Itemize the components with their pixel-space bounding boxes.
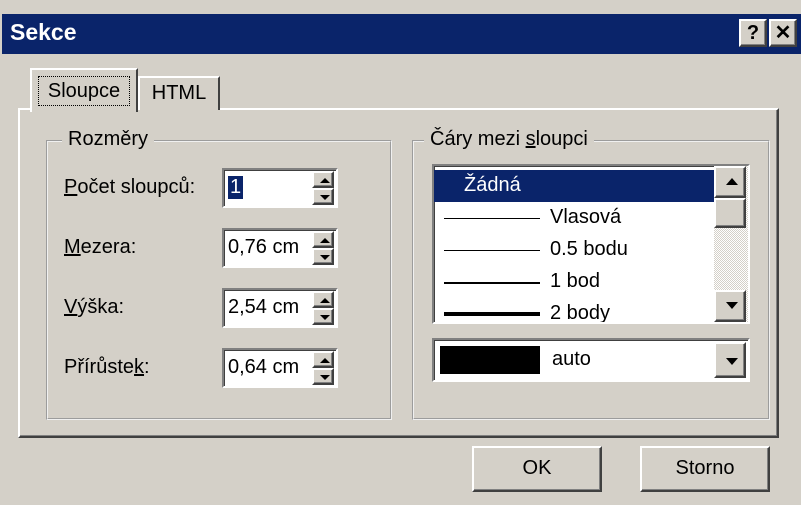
spacing-spinner[interactable]: 0,76 cm [222,228,338,268]
spin-down-button[interactable] [312,368,334,385]
spin-down-button[interactable] [312,188,334,205]
combo-dropdown-button[interactable] [714,342,746,378]
line-style-listbox[interactable]: Žádná Vlasová 0.5 bodu 1 bod 2 body [432,164,750,324]
spin-down-button[interactable] [312,248,334,265]
spin-up-button[interactable] [312,351,334,368]
color-label: auto [552,348,591,370]
spacing-value[interactable]: 0,76 cm [228,236,299,259]
title-bar: Sekce ? ✕ [2,14,801,54]
increment-spinner[interactable]: 0,64 cm [222,348,338,388]
dialog-title: Sekce [10,19,77,45]
spin-up-icon [320,358,330,363]
cancel-button[interactable]: Storno [640,446,770,492]
spin-down-icon [320,375,330,380]
spin-up-button[interactable] [312,291,334,308]
group-title: Čáry mezi sloupci [424,128,594,151]
list-item[interactable]: 0.5 bodu [434,234,716,266]
group-title: Rozměry [62,128,155,151]
spin-up-icon [320,298,330,303]
scroll-up-icon [726,178,738,185]
increment-label: Přírůstek: [64,356,150,378]
columns-count-spinner[interactable]: 1 [222,168,338,208]
list-item[interactable]: 1 bod [434,266,716,298]
line-color-combobox[interactable]: auto [432,338,750,382]
height-label: Výška: [64,296,125,318]
list-item[interactable]: Vlasová [434,202,716,234]
columns-count-value[interactable]: 1 [228,176,244,199]
list-item-label: Žádná [464,174,521,196]
spacing-label: Mezera: [64,236,137,258]
spin-down-icon [320,195,330,200]
scroll-thumb[interactable] [714,198,746,228]
dropdown-arrow-icon [726,358,738,365]
list-item-label: 0.5 bodu [550,238,628,260]
ok-button[interactable]: OK [472,446,602,492]
increment-value[interactable]: 0,64 cm [228,356,299,379]
spin-down-icon [320,255,330,260]
question-icon: ? [746,22,760,44]
line-sample [444,218,540,219]
line-sample [444,312,540,316]
list-item-label: Vlasová [550,206,622,228]
spin-up-button[interactable] [312,231,334,248]
line-sample [444,250,540,251]
list-scrollbar[interactable] [714,166,748,322]
height-value[interactable]: 2,54 cm [228,296,299,319]
tab-sloupce[interactable]: Sloupce [30,68,138,112]
spin-up-icon [320,178,330,183]
tab-html[interactable]: HTML [138,76,220,110]
scroll-down-icon [726,302,738,309]
scroll-up-button[interactable] [714,166,746,198]
spin-up-button[interactable] [312,171,334,188]
columns-count-label: Počet sloupců: [64,176,196,198]
close-button[interactable]: ✕ [769,19,797,47]
list-item-label: 2 body [550,302,611,324]
tab-label: HTML [151,82,207,104]
line-sample [444,282,540,284]
close-icon: ✕ [774,22,792,44]
help-button[interactable]: ? [739,19,767,47]
list-item-label: 1 bod [550,270,601,292]
section-dialog: Sekce ? ✕ Sloupce HTML Rozměry Počet slo… [0,0,801,505]
scroll-down-button[interactable] [714,290,746,322]
list-item[interactable]: 2 body [434,298,716,324]
list-item[interactable]: Žádná [434,170,716,202]
color-swatch [440,346,540,374]
spin-down-button[interactable] [312,308,334,325]
height-spinner[interactable]: 2,54 cm [222,288,338,328]
spin-down-icon [320,315,330,320]
tab-label: Sloupce [47,80,121,102]
spin-up-icon [320,238,330,243]
